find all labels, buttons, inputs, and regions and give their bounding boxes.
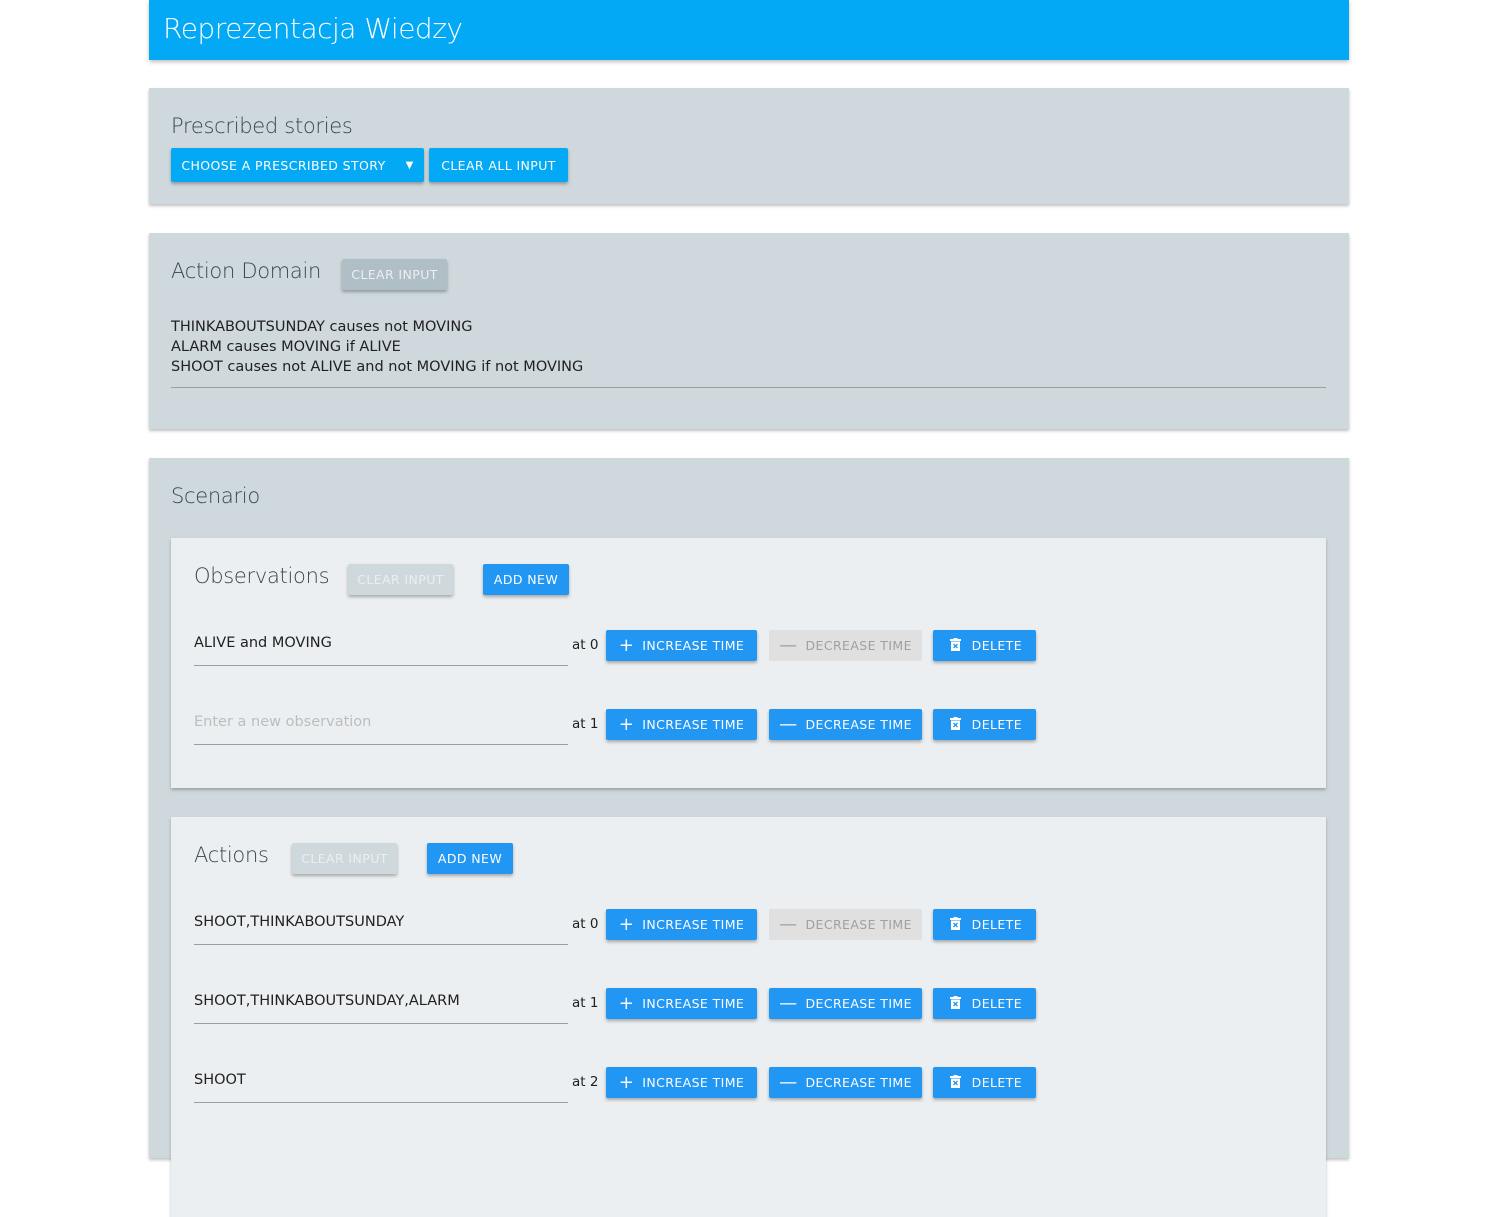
observations-input-field[interactable] — [194, 630, 568, 666]
actions-panel: Actions CLEAR INPUT ADD NEW at 0 + INCREAS… — [171, 817, 1326, 1217]
actions-row: at 2 + INCREASE TIME — DECREASE TIME DELETE — [171, 1067, 1326, 1127]
increase-time-label: INCREASE TIME — [642, 638, 745, 653]
delete-button[interactable]: DELETE — [933, 1067, 1036, 1098]
minus-icon: — — [779, 714, 798, 735]
delete-label: DELETE — [971, 717, 1022, 732]
delete-label: DELETE — [971, 996, 1022, 1011]
actions-input-field[interactable] — [194, 988, 568, 1024]
increase-time-label: INCREASE TIME — [642, 996, 745, 1011]
minus-icon: — — [779, 635, 798, 656]
actions-input[interactable] — [194, 1072, 568, 1088]
delete-button[interactable]: DELETE — [933, 709, 1036, 740]
decrease-time-button[interactable]: — DECREASE TIME — [769, 1067, 922, 1098]
plus-icon: + — [618, 914, 635, 935]
increase-time-label: INCREASE TIME — [642, 717, 745, 732]
domain-clear-input-button[interactable]: CLEAR INPUT — [342, 259, 447, 290]
plus-icon: + — [618, 993, 635, 1014]
action-domain-card: Action Domain CLEAR INPUT THINKABOUTSUND… — [149, 233, 1349, 429]
actions-input[interactable] — [194, 993, 568, 1009]
prescribed-stories-title: Prescribed stories — [171, 114, 353, 138]
plus-icon: + — [618, 1072, 635, 1093]
minus-icon: — — [779, 914, 798, 935]
minus-icon: — — [779, 1072, 798, 1093]
time-label: at 1 — [572, 716, 599, 732]
time-label: at 1 — [572, 995, 599, 1011]
domain-textarea[interactable]: THINKABOUTSUNDAY causes not MOVING ALARM… — [171, 317, 1326, 388]
increase-time-button[interactable]: + INCREASE TIME — [606, 909, 757, 940]
trash-icon — [947, 714, 964, 735]
observations-row: at 0 + INCREASE TIME — DECREASE TIME DELETE — [171, 630, 1326, 690]
decrease-time-button[interactable]: — DECREASE TIME — [769, 630, 922, 661]
actions-input-field[interactable] — [194, 909, 568, 945]
increase-time-label: INCREASE TIME — [642, 1075, 745, 1090]
observations-input[interactable] — [194, 635, 568, 651]
plus-icon: + — [618, 714, 635, 735]
caret-down-icon: ▼ — [405, 159, 414, 171]
actions-input[interactable] — [194, 914, 568, 930]
decrease-time-button[interactable]: — DECREASE TIME — [769, 988, 922, 1019]
observations-title: Observations — [194, 564, 330, 588]
decrease-time-label: DECREASE TIME — [805, 917, 912, 932]
time-label: at 2 — [572, 1074, 599, 1090]
delete-button[interactable]: DELETE — [933, 909, 1036, 940]
app-title: Reprezentacja Wiedzy — [163, 12, 463, 45]
choose-story-dropdown[interactable]: CHOOSE A PRESCRIBED STORY ▼ — [171, 148, 424, 182]
actions-row: at 0 + INCREASE TIME — DECREASE TIME DELETE — [171, 909, 1326, 969]
increase-time-button[interactable]: + INCREASE TIME — [606, 709, 757, 740]
delete-button[interactable]: DELETE — [933, 988, 1036, 1019]
domain-line: THINKABOUTSUNDAY causes not MOVING — [171, 319, 473, 335]
observations-row: at 1 + INCREASE TIME — DECREASE TIME DELETE — [171, 709, 1326, 769]
delete-label: DELETE — [971, 1075, 1022, 1090]
plus-icon: + — [618, 635, 635, 656]
decrease-time-label: DECREASE TIME — [805, 638, 912, 653]
decrease-time-button[interactable]: — DECREASE TIME — [769, 909, 922, 940]
choose-story-label: CHOOSE A PRESCRIBED STORY — [181, 157, 386, 173]
increase-time-label: INCREASE TIME — [642, 917, 745, 932]
app-header: Reprezentacja Wiedzy — [149, 0, 1349, 60]
increase-time-button[interactable]: + INCREASE TIME — [606, 1067, 757, 1098]
domain-line: SHOOT causes not ALIVE and not MOVING if… — [171, 359, 584, 375]
scenario-title: Scenario — [171, 484, 260, 508]
delete-label: DELETE — [971, 638, 1022, 653]
minus-icon: — — [779, 993, 798, 1014]
clear-all-input-button[interactable]: CLEAR ALL INPUT — [429, 148, 568, 182]
actions-add-new-button[interactable]: ADD NEW — [427, 843, 513, 874]
trash-icon — [947, 993, 964, 1014]
trash-icon — [947, 635, 964, 656]
decrease-time-label: DECREASE TIME — [805, 996, 912, 1011]
domain-line: ALARM causes MOVING if ALIVE — [171, 339, 401, 355]
scenario-card: Scenario Observations CLEAR INPUT ADD NE… — [149, 458, 1349, 1217]
time-label: at 0 — [572, 637, 599, 653]
increase-time-button[interactable]: + INCREASE TIME — [606, 630, 757, 661]
action-domain-title: Action Domain — [171, 259, 322, 283]
decrease-time-label: DECREASE TIME — [805, 1075, 912, 1090]
decrease-time-label: DECREASE TIME — [805, 717, 912, 732]
actions-clear-input-button[interactable]: CLEAR INPUT — [292, 843, 397, 874]
actions-row: at 1 + INCREASE TIME — DECREASE TIME DELETE — [171, 988, 1326, 1048]
delete-label: DELETE — [971, 917, 1022, 932]
decrease-time-button[interactable]: — DECREASE TIME — [769, 709, 922, 740]
observations-panel: Observations CLEAR INPUT ADD NEW at 0 + IN… — [171, 538, 1326, 788]
trash-icon — [947, 914, 964, 935]
trash-icon — [947, 1072, 964, 1093]
delete-button[interactable]: DELETE — [933, 630, 1036, 661]
time-label: at 0 — [572, 916, 599, 932]
observations-clear-input-button[interactable]: CLEAR INPUT — [348, 564, 453, 595]
actions-title: Actions — [194, 843, 269, 867]
observations-input[interactable] — [194, 714, 568, 730]
prescribed-stories-card: Prescribed stories CHOOSE A PRESCRIBED S… — [149, 88, 1349, 204]
increase-time-button[interactable]: + INCREASE TIME — [606, 988, 757, 1019]
observations-input-field[interactable] — [194, 709, 568, 745]
observations-add-new-button[interactable]: ADD NEW — [483, 564, 569, 595]
actions-input-field[interactable] — [194, 1067, 568, 1103]
